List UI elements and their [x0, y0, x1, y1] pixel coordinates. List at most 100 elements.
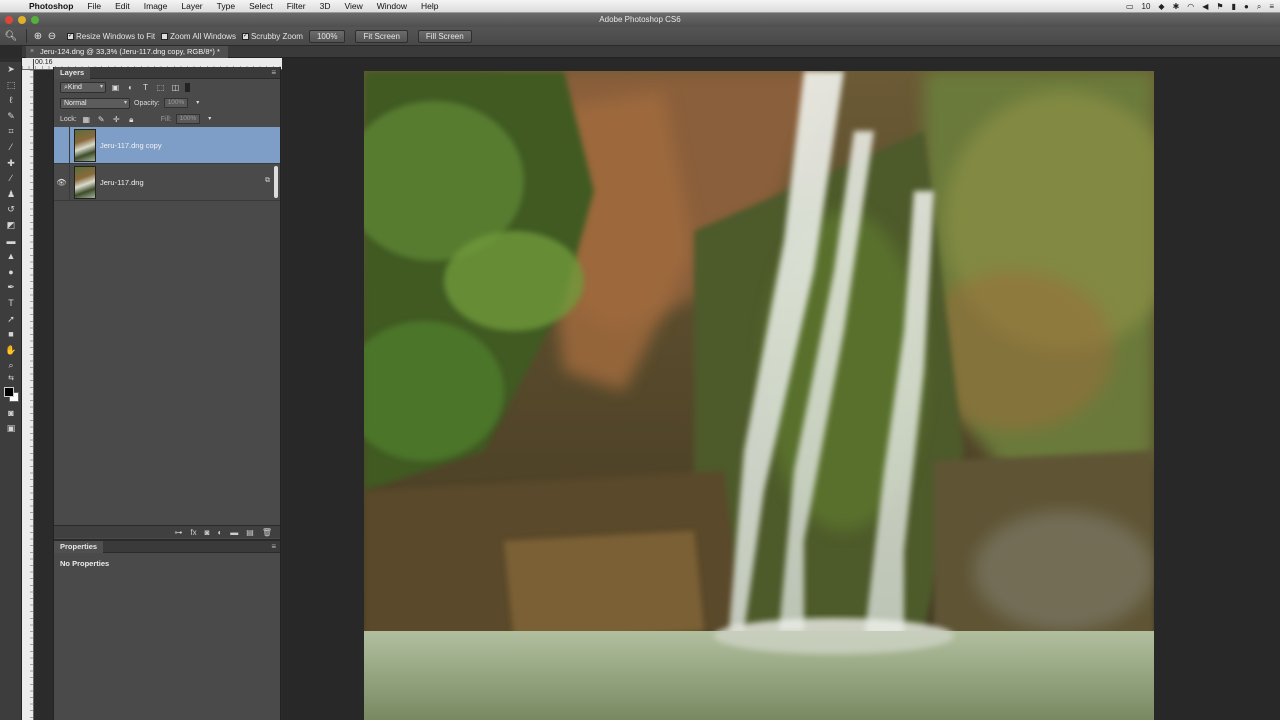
lock-image-icon[interactable]: ✎	[96, 114, 107, 125]
path-selection-tool-icon[interactable]: ➚	[0, 312, 22, 328]
move-tool-icon[interactable]: ➤	[0, 62, 22, 78]
clone-stamp-tool-icon[interactable]: ♟	[0, 187, 22, 203]
flag-icon[interactable]: ⚑	[1216, 2, 1223, 11]
eyedropper-tool-icon[interactable]: ⁄	[0, 140, 22, 156]
volume-icon[interactable]: ◀	[1202, 2, 1208, 11]
marquee-tool-icon[interactable]: ⬚	[0, 78, 22, 94]
menu-layer[interactable]: Layer	[174, 0, 209, 13]
pen-tool-icon[interactable]: ✒	[0, 280, 22, 296]
layer-style-icon[interactable]: fx	[190, 528, 196, 537]
lock-position-icon[interactable]: ✛	[111, 114, 122, 125]
layer-row[interactable]: Jeru-117.dng copy	[54, 126, 280, 164]
menu-file[interactable]: File	[80, 0, 108, 13]
menu-image[interactable]: Image	[137, 0, 175, 13]
opacity-field[interactable]: 100%	[163, 98, 189, 108]
menu-edit[interactable]: Edit	[108, 0, 137, 13]
filter-kind-dropdown[interactable]: ⌕Kind	[60, 81, 106, 93]
brush-tool-icon[interactable]: ∕	[0, 171, 22, 187]
window-controls	[5, 16, 39, 24]
menu-photoshop[interactable]: Photoshop	[22, 0, 80, 13]
menu-view[interactable]: View	[337, 0, 369, 13]
blend-mode-dropdown[interactable]: Normal	[60, 97, 130, 109]
filter-adjustment-icon[interactable]: ◐	[125, 82, 136, 93]
blur-tool-icon[interactable]: ▲	[0, 249, 22, 265]
menu-3d[interactable]: 3D	[313, 0, 338, 13]
foreground-color-swatch[interactable]	[4, 386, 14, 397]
battery-icon[interactable]: ▮	[1232, 2, 1236, 11]
add-mask-icon[interactable]: ◙	[205, 528, 210, 537]
notification-icon[interactable]: ≡	[1269, 2, 1274, 11]
search-icon[interactable]: ⌕	[1257, 2, 1261, 12]
wifi-icon[interactable]: ◠	[1187, 2, 1194, 11]
panel-menu-icon[interactable]: ≡	[271, 68, 276, 77]
new-layer-icon[interactable]: ▤	[246, 528, 254, 537]
document-tab[interactable]: × Jeru-124.dng @ 33,3% (Jeru-117.dng cop…	[26, 46, 228, 58]
shape-tool-icon[interactable]: ■	[0, 327, 22, 343]
swap-colors-icon[interactable]: ⇆	[0, 374, 22, 384]
zoom-tool-icon[interactable]: 🔍︎	[0, 31, 22, 42]
layer-visibility-toggle[interactable]	[54, 126, 70, 164]
dropbox-icon[interactable]: ◆	[1158, 2, 1164, 11]
layer-row[interactable]: 👁︎ Jeru-117.dng ⧉	[54, 163, 280, 201]
crop-tool-icon[interactable]: ⌗	[0, 124, 22, 140]
close-tab-icon[interactable]: ×	[30, 46, 34, 58]
dodge-tool-icon[interactable]: ●	[0, 265, 22, 281]
quick-selection-tool-icon[interactable]: ✎	[0, 109, 22, 125]
menu-help[interactable]: Help	[414, 0, 445, 13]
fill-field[interactable]: 100%	[175, 114, 201, 124]
user-icon[interactable]: ●	[1244, 2, 1249, 11]
bluetooth-icon[interactable]: ✱	[1173, 2, 1180, 11]
close-window-button[interactable]	[5, 16, 13, 24]
battery-indicator[interactable]: 10	[1142, 2, 1151, 11]
menu-type[interactable]: Type	[210, 0, 242, 13]
zoom-all-windows-checkbox[interactable]: Zoom All Windows	[161, 32, 236, 41]
screen-mode-icon[interactable]: ▣	[0, 421, 22, 437]
lock-all-icon[interactable]: 🔒︎	[126, 114, 137, 125]
delete-layer-icon[interactable]: 🗑︎	[262, 528, 272, 537]
adjustment-layer-icon[interactable]: ◐	[217, 528, 222, 537]
fill-arrow-icon[interactable]: ▾	[204, 114, 215, 125]
filter-pixel-icon[interactable]: ▣	[110, 82, 121, 93]
hand-tool-icon[interactable]: ✋	[0, 343, 22, 359]
menu-select[interactable]: Select	[242, 0, 280, 13]
menu-window[interactable]: Window	[370, 0, 414, 13]
eye-icon[interactable]: 👁︎	[54, 163, 70, 201]
filter-shape-icon[interactable]: ⬚	[155, 82, 166, 93]
history-brush-tool-icon[interactable]: ↺	[0, 202, 22, 218]
layer-name[interactable]: Jeru-117.dng	[100, 178, 144, 187]
zoom-100-button[interactable]: 100%	[308, 29, 346, 43]
menu-filter[interactable]: Filter	[280, 0, 313, 13]
link-layers-icon[interactable]: ⊶	[174, 528, 182, 537]
zoom-out-icon[interactable]: ⊖	[45, 31, 59, 42]
type-tool-icon[interactable]: T	[0, 296, 22, 312]
fill-screen-button[interactable]: Fill Screen	[417, 29, 472, 43]
lock-transparent-icon[interactable]: ▦	[81, 114, 92, 125]
filter-type-icon[interactable]: T	[140, 82, 151, 93]
opacity-arrow-icon[interactable]: ▾	[192, 98, 203, 109]
layers-scrollbar[interactable]	[274, 166, 278, 198]
new-group-icon[interactable]: ▬	[230, 528, 238, 537]
zoom-tool-icon[interactable]: ⌕	[0, 358, 22, 374]
lasso-tool-icon[interactable]: ℓ	[0, 93, 22, 109]
blend-opacity-row: Normal Opacity: 100% ▾	[54, 95, 280, 111]
screen-icon[interactable]: ▭	[1126, 2, 1134, 11]
document-canvas-image[interactable]	[364, 71, 1154, 720]
properties-tab[interactable]: Properties	[54, 541, 104, 553]
filter-toggle-icon[interactable]	[185, 82, 190, 92]
resize-windows-checkbox[interactable]: ✓ Resize Windows to Fit	[67, 32, 155, 41]
eraser-tool-icon[interactable]: ◩	[0, 218, 22, 234]
minimize-window-button[interactable]	[18, 16, 26, 24]
gradient-tool-icon[interactable]: ▬	[0, 234, 22, 250]
panel-menu-icon[interactable]: ≡	[271, 542, 276, 551]
fit-screen-button[interactable]: Fit Screen	[355, 29, 408, 43]
layer-name[interactable]: Jeru-117.dng copy	[100, 141, 162, 150]
vertical-ruler[interactable]	[22, 70, 34, 720]
scrubby-zoom-checkbox[interactable]: ✓ Scrubby Zoom	[241, 32, 303, 41]
zoom-window-button[interactable]	[31, 16, 39, 24]
healing-brush-tool-icon[interactable]: ✚	[0, 156, 22, 172]
zoom-in-icon[interactable]: ⊕	[31, 31, 45, 42]
filter-smart-object-icon[interactable]: ◫	[170, 82, 181, 93]
quick-mask-icon[interactable]: ◙	[0, 406, 22, 422]
status-area: ▭ 10 ◆ ✱ ◠ ◀ ⚑ ▮ ● ⌕ ≡	[1126, 0, 1274, 13]
layers-tab[interactable]: Layers	[54, 67, 91, 79]
